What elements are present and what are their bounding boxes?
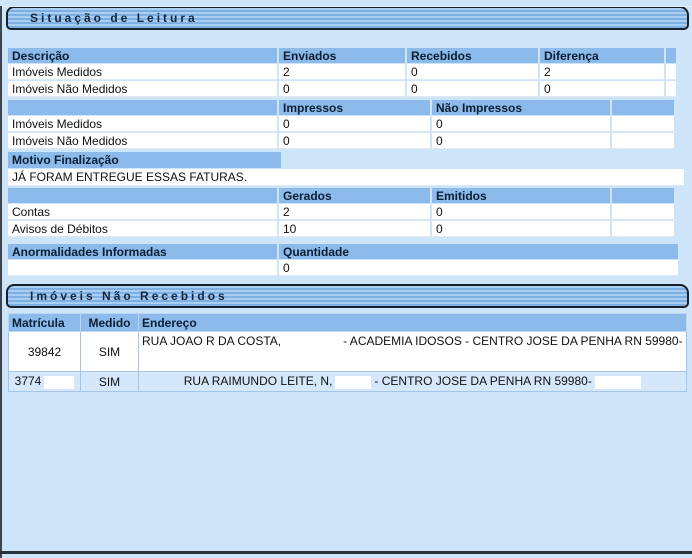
cell-enviados: 0 bbox=[279, 81, 405, 97]
cell-impressos: 0 bbox=[279, 116, 430, 132]
col-header-nao-impressos: Não Impressos bbox=[432, 100, 610, 115]
section-title: Imóveis Não Recebidos bbox=[8, 289, 228, 303]
cell-nao-impressos: 0 bbox=[432, 116, 610, 132]
col-header-matricula: Matrícula bbox=[9, 314, 81, 332]
col-header-endereco: Endereço bbox=[139, 314, 687, 332]
table-row: Imóveis Não Medidos 0 0 0 bbox=[8, 81, 676, 97]
col-header-recebidos: Recebidos bbox=[407, 48, 538, 63]
cell-medido: SIM bbox=[81, 332, 139, 372]
cell-blank bbox=[666, 81, 676, 97]
cell-emitidos: 0 bbox=[432, 204, 610, 220]
col-header-impressos: Impressos bbox=[279, 100, 430, 115]
cell-matricula: 39842 bbox=[9, 332, 81, 372]
row-label: Imóveis Não Medidos bbox=[8, 81, 277, 97]
cell-blank bbox=[612, 221, 674, 237]
endereco-text: RUA JOAO R DA COSTA, bbox=[142, 334, 281, 348]
cell-blank bbox=[612, 204, 674, 220]
col-header-enviados: Enviados bbox=[279, 48, 405, 63]
table-enviados-recebidos: Descrição Enviados Recebidos Diferença I… bbox=[6, 47, 678, 98]
col-header-blank bbox=[612, 100, 674, 115]
cell-recebidos: 0 bbox=[407, 64, 538, 80]
table-header-row: Gerados Emitidos bbox=[8, 188, 674, 203]
table-gerados-emitidos: Gerados Emitidos Contas 2 0 Avisos de Dé… bbox=[6, 187, 676, 238]
cell-endereco: RUA RAIMUNDO LEITE, N, - CENTRO JOSE DA P… bbox=[139, 372, 687, 392]
endereco-text: - ACADEMIA IDOSOS - CENTRO JOSE DA PENHA… bbox=[343, 334, 682, 348]
cell-gerados: 2 bbox=[279, 204, 430, 220]
cell-diferenca: 2 bbox=[540, 64, 664, 80]
table-header-row: Anormalidades Informadas Quantidade bbox=[8, 244, 678, 259]
row-label: Imóveis Não Medidos bbox=[8, 133, 277, 149]
cell-blank bbox=[612, 116, 674, 132]
row-label: Contas bbox=[8, 204, 277, 220]
section-title: Situação de Leitura bbox=[8, 11, 198, 25]
cell-medido: SIM bbox=[81, 372, 139, 392]
cell-blank bbox=[612, 133, 674, 149]
cell-blank bbox=[666, 64, 676, 80]
table-row: Contas 2 0 bbox=[8, 204, 674, 220]
table-row: Imóveis Não Medidos 0 0 bbox=[8, 133, 674, 149]
window-bottom-edge bbox=[0, 551, 692, 554]
report-window: { "colors": { "page_bg": "#CEE4F8", "hea… bbox=[0, 6, 692, 558]
col-header-gerados: Gerados bbox=[279, 188, 430, 203]
cell-enviados: 2 bbox=[279, 64, 405, 80]
matricula-text: 3774 bbox=[15, 374, 42, 388]
table-row: Avisos de Débitos 10 0 bbox=[8, 221, 674, 237]
section-header-situacao-leitura: Situação de Leitura bbox=[6, 6, 689, 30]
row-label: Imóveis Medidos bbox=[8, 64, 277, 80]
col-header-medido: Medido bbox=[81, 314, 139, 332]
col-header-blank bbox=[8, 100, 277, 115]
window-top-edge bbox=[0, 6, 692, 7]
motivo-finalizacao-text: JÁ FORAM ENTREGUE ESSAS FATURAS. bbox=[8, 169, 684, 186]
cell-diferenca: 0 bbox=[540, 81, 664, 97]
col-header-blank bbox=[666, 48, 676, 63]
redacted-number bbox=[595, 376, 641, 389]
col-header-descricao: Descrição bbox=[8, 48, 277, 63]
table-imoveis-nao-recebidos: Matrícula Medido Endereço 39842 SIM RUA … bbox=[8, 313, 687, 392]
cell-quantidade: 0 bbox=[279, 260, 678, 276]
endereco-text: RUA RAIMUNDO LEITE, N, bbox=[184, 374, 333, 388]
col-header-anormalidades: Anormalidades Informadas bbox=[8, 244, 277, 259]
col-header-blank bbox=[612, 188, 674, 203]
row-label: Avisos de Débitos bbox=[8, 221, 277, 237]
cell-emitidos: 0 bbox=[432, 221, 610, 237]
table-header-row: Descrição Enviados Recebidos Diferença bbox=[8, 48, 676, 63]
redacted-number bbox=[44, 376, 74, 389]
table-header-row: Matrícula Medido Endereço bbox=[9, 314, 687, 332]
col-header-emitidos: Emitidos bbox=[432, 188, 610, 203]
section-header-imoveis-nao-recebidos: Imóveis Não Recebidos bbox=[6, 284, 689, 308]
imovel-row[interactable]: 39842 SIM RUA JOAO R DA COSTA, - ACADEMIA… bbox=[9, 332, 687, 372]
col-header-blank bbox=[8, 188, 277, 203]
table-anormalidades: Anormalidades Informadas Quantidade 0 bbox=[6, 243, 680, 277]
table-header-row: Impressos Não Impressos bbox=[8, 100, 674, 115]
cell-matricula: 3774 bbox=[9, 372, 81, 392]
cell-nao-impressos: 0 bbox=[432, 133, 610, 149]
cell-recebidos: 0 bbox=[407, 81, 538, 97]
window-left-edge bbox=[0, 6, 2, 558]
cell-blank bbox=[8, 260, 277, 276]
table-impressos: Impressos Não Impressos Imóveis Medidos … bbox=[6, 99, 676, 150]
motivo-finalizacao-header: Motivo Finalização bbox=[8, 152, 281, 168]
row-label: Imóveis Medidos bbox=[8, 116, 277, 132]
table-row: 0 bbox=[8, 260, 678, 276]
cell-gerados: 10 bbox=[279, 221, 430, 237]
endereco-text: - CENTRO JOSE DA PENHA RN 59980- bbox=[374, 374, 591, 388]
table-row: Imóveis Medidos 0 0 bbox=[8, 116, 674, 132]
imovel-row[interactable]: 3774 SIM RUA RAIMUNDO LEITE, N, - CENTRO … bbox=[9, 372, 687, 392]
col-header-diferenca: Diferença bbox=[540, 48, 664, 63]
cell-impressos: 0 bbox=[279, 133, 430, 149]
cell-endereco: RUA JOAO R DA COSTA, - ACADEMIA IDOSOS - … bbox=[139, 332, 687, 372]
table-row: Imóveis Medidos 2 0 2 bbox=[8, 64, 676, 80]
redacted-number bbox=[335, 376, 371, 389]
col-header-quantidade: Quantidade bbox=[279, 244, 678, 259]
